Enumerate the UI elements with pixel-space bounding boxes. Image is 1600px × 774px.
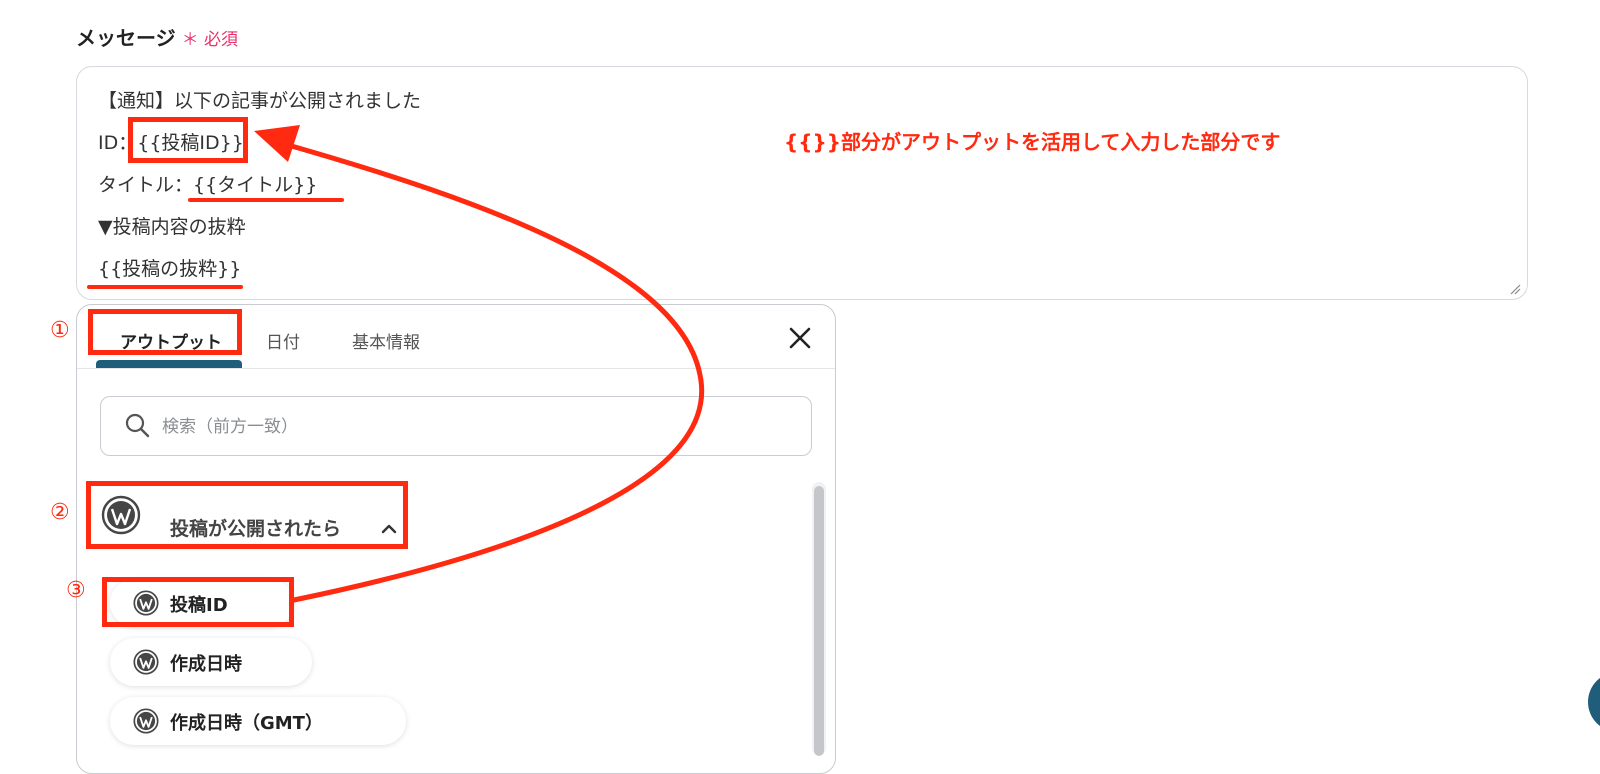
group-title: 投稿が公開されたら — [170, 518, 342, 540]
field-label-text: メッセージ — [76, 26, 176, 50]
annotation-note: {{}}部分がアウトプットを活用して入力した部分です — [784, 130, 1281, 154]
scrollbar-thumb[interactable] — [814, 486, 824, 756]
tab-divider — [77, 368, 835, 369]
annotation-underline-title — [188, 198, 344, 202]
wordpress-icon — [133, 590, 159, 616]
wordpress-icon — [101, 495, 141, 535]
floating-help-button[interactable] — [1588, 672, 1600, 732]
message-line-3: タイトル：{{タイトル}} — [98, 174, 318, 196]
close-icon[interactable] — [786, 324, 814, 352]
message-line-5: {{投稿の抜粋}} — [98, 258, 242, 280]
search-icon — [125, 413, 150, 438]
required-indicator: ＊ 必須 — [182, 30, 238, 50]
wordpress-icon — [133, 649, 159, 675]
active-tab-indicator — [96, 360, 242, 368]
required-text: 必須 — [204, 30, 239, 50]
search-input[interactable] — [160, 414, 764, 440]
tab-output[interactable]: アウトプット — [120, 328, 222, 353]
tab-basic-info[interactable]: 基本情報 — [352, 328, 420, 353]
wordpress-icon — [133, 708, 159, 734]
message-line-1: 【通知】以下の記事が公開されました — [98, 90, 422, 112]
tab-date[interactable]: 日付 — [266, 328, 300, 353]
resize-handle-icon[interactable] — [1509, 283, 1521, 295]
required-mark: ＊ — [181, 30, 199, 50]
list-item-label: 投稿ID — [170, 595, 228, 616]
chevron-up-icon[interactable] — [380, 521, 398, 535]
message-field-label: メッセージ＊ 必須 — [76, 22, 238, 51]
list-item-label: 作成日時 — [170, 654, 242, 675]
annotation-step-2: ② — [50, 500, 70, 525]
list-item-label: 作成日時（GMT） — [170, 713, 323, 734]
annotation-box-post-id — [128, 117, 248, 163]
annotation-underline-excerpt — [87, 285, 243, 289]
message-line-4: ▼投稿内容の抜粋 — [98, 216, 246, 238]
annotation-step-3: ③ — [66, 578, 86, 603]
annotation-step-1: ① — [50, 318, 70, 343]
